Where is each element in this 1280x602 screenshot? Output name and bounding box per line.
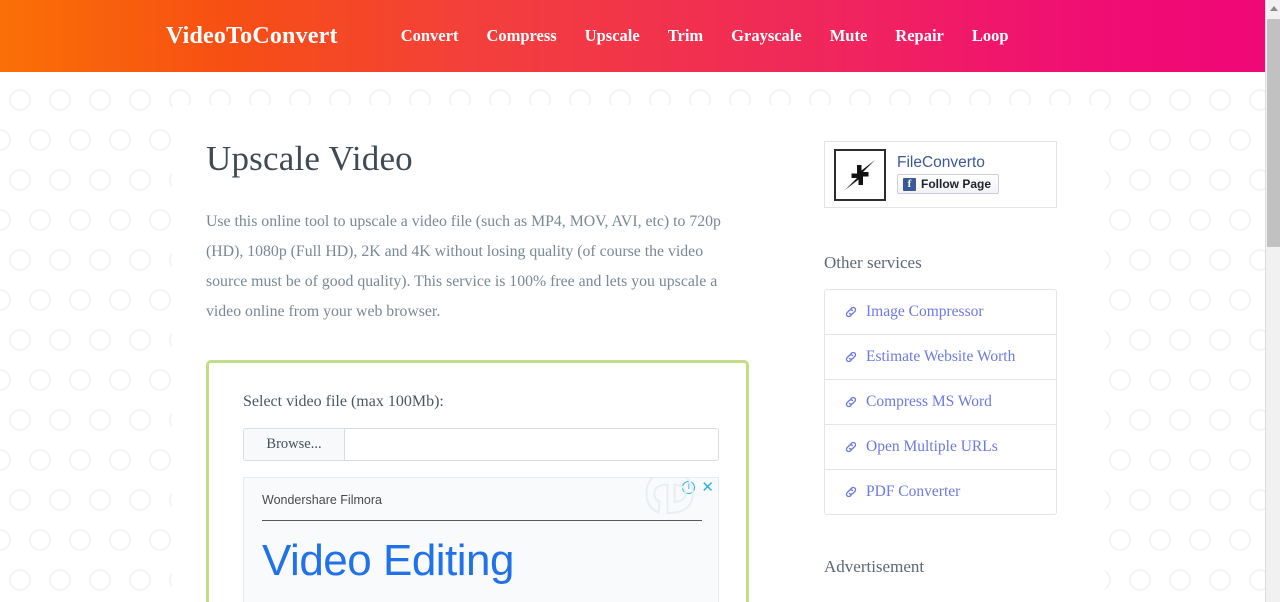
facebook-page-name[interactable]: FileConverto	[897, 155, 999, 171]
service-link-label[interactable]: PDF Converter	[866, 483, 960, 501]
scrollbar-thumb[interactable]	[1267, 19, 1280, 247]
list-item-compress-ms-word[interactable]: Compress MS Word	[825, 380, 1056, 425]
link-icon	[844, 305, 858, 319]
page-title: Upscale Video	[206, 139, 413, 178]
facebook-page-meta: FileConverto f Follow Page	[897, 155, 1000, 195]
adchoices-info-icon[interactable]: i	[682, 481, 696, 495]
link-icon	[844, 350, 858, 364]
file-input-label: Select video file (max 100Mb):	[243, 393, 444, 411]
upload-form: Select video file (max 100Mb): Browse...…	[206, 360, 749, 602]
service-link-label[interactable]: Open Multiple URLs	[866, 438, 998, 456]
facebook-follow-button[interactable]: f Follow Page	[897, 174, 1000, 195]
page-root: VideoToConvert Convert Compress Upscale …	[0, 0, 1280, 602]
site-header: VideoToConvert Convert Compress Upscale …	[0, 0, 1265, 72]
file-input-row[interactable]: Browse...	[243, 428, 719, 462]
service-link-label[interactable]: Compress MS Word	[866, 393, 992, 411]
nav-item-repair[interactable]: Repair	[881, 26, 958, 46]
nav-item-compress[interactable]: Compress	[472, 26, 570, 46]
advertisement-heading: Advertisement	[824, 557, 925, 576]
nav-item-loop[interactable]: Loop	[958, 26, 1023, 46]
other-services-list: Image Compressor Estimate Website Worth …	[824, 289, 1057, 515]
inline-advertisement[interactable]: Wondershare Filmora i ✕ Wondershare Vide…	[243, 477, 719, 602]
facebook-page-widget: FileConverto f Follow Page	[824, 141, 1057, 208]
ad-controls: i ✕	[682, 480, 714, 495]
ad-divider	[262, 520, 702, 522]
site-logo[interactable]: VideoToConvert	[166, 23, 338, 50]
link-icon	[844, 440, 858, 454]
link-icon	[844, 485, 858, 499]
main-navigation: Convert Compress Upscale Trim Grayscale …	[387, 26, 1023, 46]
service-link-label[interactable]: Image Compressor	[866, 303, 984, 321]
list-item-image-compressor[interactable]: Image Compressor	[825, 290, 1056, 335]
other-services-heading: Other services	[824, 253, 922, 272]
nav-item-convert[interactable]: Convert	[387, 26, 473, 46]
facebook-follow-label: Follow Page	[921, 177, 992, 192]
facebook-icon: f	[903, 177, 916, 191]
list-item-open-multiple-urls[interactable]: Open Multiple URLs	[825, 425, 1056, 470]
nav-item-mute[interactable]: Mute	[816, 26, 882, 46]
browse-button[interactable]: Browse...	[244, 429, 345, 461]
list-item-pdf-converter[interactable]: PDF Converter	[825, 470, 1056, 514]
list-item-estimate-website-worth[interactable]: Estimate Website Worth	[825, 335, 1056, 380]
fileconverto-compress-icon	[834, 148, 886, 201]
nav-item-trim[interactable]: Trim	[654, 26, 717, 46]
page-intro-text: Use this online tool to upscale a video …	[206, 213, 721, 321]
file-name-field[interactable]	[345, 429, 718, 461]
scroll-up-arrow-icon[interactable]	[1266, 0, 1280, 16]
ad-close-icon[interactable]: ✕	[701, 480, 714, 495]
link-icon	[844, 395, 858, 409]
nav-item-grayscale[interactable]: Grayscale	[717, 26, 816, 46]
nav-item-upscale[interactable]: Upscale	[571, 26, 654, 46]
page-scrollbar[interactable]	[1265, 0, 1280, 602]
main-content-card: Upscale Video Use this online tool to up…	[172, 105, 788, 602]
service-link-label[interactable]: Estimate Website Worth	[866, 348, 1015, 366]
ad-advertiser-name: Wondershare Filmora	[262, 493, 382, 508]
sidebar: FileConverto f Follow Page Other service…	[788, 105, 1105, 602]
ad-headline: Video Editing	[262, 536, 515, 586]
